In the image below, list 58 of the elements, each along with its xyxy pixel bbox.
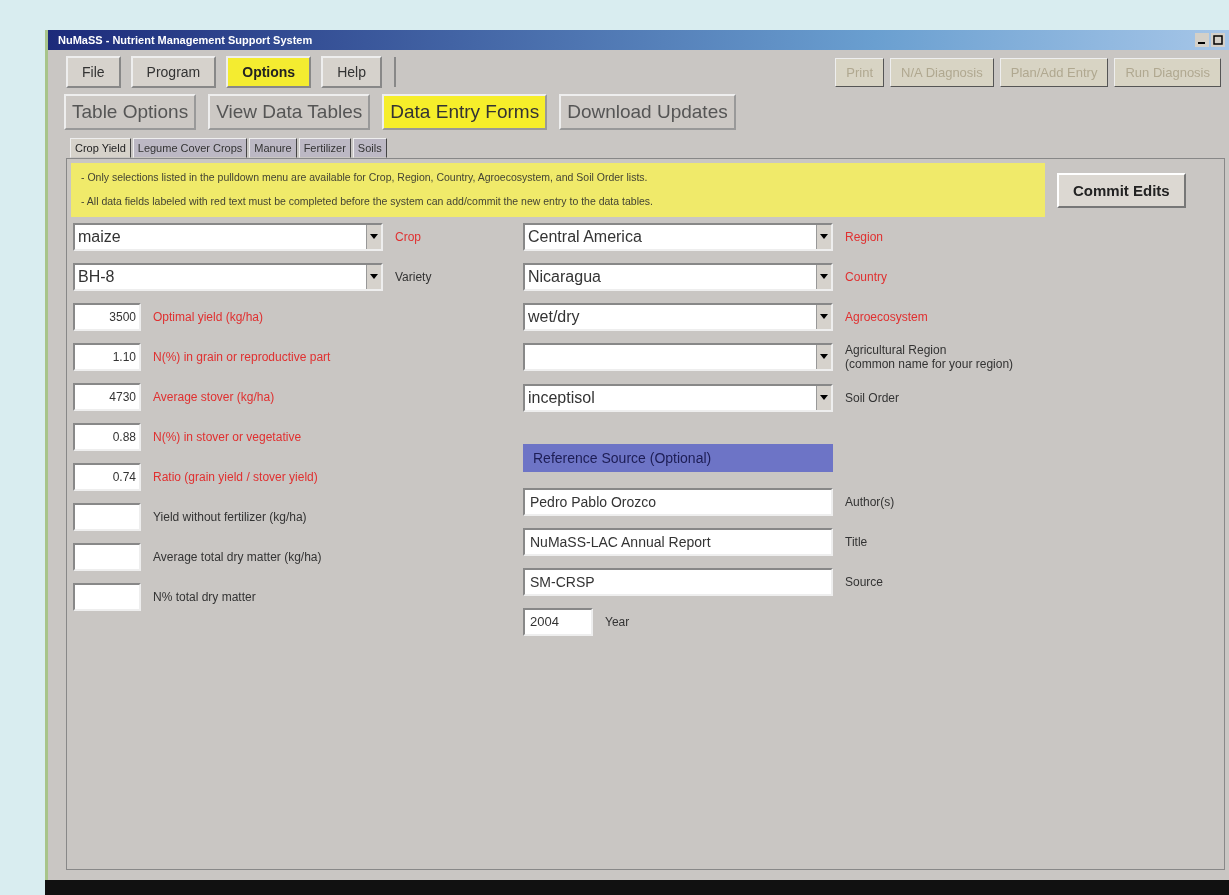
field-label: N(%) in grain or reproductive part [153, 349, 331, 365]
dropdown-field[interactable]: inceptisol [523, 383, 833, 412]
field-label: Yield without fertilizer (kg/ha) [153, 509, 307, 525]
dropdown-field[interactable] [523, 343, 833, 372]
commit-edits-button[interactable]: Commit Edits [1057, 172, 1186, 208]
input-field[interactable]: Pedro Pablo Orozco [523, 487, 833, 516]
dropdown-field[interactable]: Nicaragua [523, 263, 833, 291]
field-label: Country [845, 269, 888, 285]
input-field[interactable] [73, 543, 141, 571]
field-label: Ratio (grain yield / stover yield) [153, 469, 318, 485]
input-field[interactable] [73, 503, 141, 531]
input-field[interactable]: 1.10 [73, 343, 141, 371]
input-field[interactable]: 0.88 [73, 423, 141, 451]
dropdown-field[interactable]: maize [73, 223, 383, 251]
field-label: Average total dry matter (kg/ha) [153, 549, 322, 565]
input-field[interactable]: 4730 [73, 383, 141, 411]
tab[interactable]: Fertilizer [298, 138, 351, 158]
menu-button[interactable]: File [66, 56, 121, 88]
section-button[interactable]: View Data Tables [208, 94, 371, 130]
input-field[interactable]: SM-CRSP [523, 567, 833, 596]
field-label: Source [845, 574, 884, 589]
field-label: Agricultural Region (common name for your region) [845, 343, 1014, 372]
tab[interactable]: Soils [352, 138, 387, 158]
tab[interactable]: Manure [249, 138, 297, 158]
maximize-icon[interactable] [1211, 33, 1225, 47]
input-field[interactable]: 3500 [73, 303, 141, 331]
window-title: NuMaSS - Nutrient Management Support System [58, 34, 313, 46]
dropdown-field[interactable]: wet/dry [523, 303, 833, 331]
field-label: Region [845, 229, 884, 245]
field-label: Average stover (kg/ha) [153, 389, 275, 405]
field-label: Author(s) [845, 494, 895, 509]
tab[interactable]: Legume Cover Crops [132, 138, 248, 158]
note-text: - Only selections listed in the pulldown menu are available for Crop, Region, Country, Agroecosystem, and Soil Order lists. [81, 171, 649, 183]
field-label: Year [605, 614, 630, 629]
field-label: Agroecosystem [845, 309, 928, 325]
input-field[interactable] [73, 583, 141, 611]
input-field[interactable]: 0.74 [73, 463, 141, 491]
section-button[interactable]: Download Updates [559, 94, 736, 130]
field-label: Title [845, 534, 868, 549]
input-field[interactable]: NuMaSS-LAC Annual Report [523, 527, 833, 556]
menu-button[interactable]: Program [130, 56, 217, 88]
field-label: N(%) in stover or vegetative [153, 429, 302, 445]
menu-button[interactable]: Help [321, 56, 382, 88]
dropdown-field[interactable]: Central America [523, 223, 833, 251]
dropdown-field[interactable]: BH-8 [73, 263, 383, 291]
field-label: Optimal yield (kg/ha) [153, 309, 264, 325]
field-label: N% total dry matter [153, 589, 256, 605]
note-text: - All data fields labeled with red text must be completed before the system can add/commit the new entry to the data tables. [81, 195, 654, 207]
input-field[interactable]: 2004 [523, 607, 593, 636]
section-button[interactable]: Table Options [64, 94, 197, 130]
field-label: Soil Order [845, 390, 900, 405]
menu-button[interactable]: Options [226, 56, 312, 88]
section-button[interactable]: Data Entry Forms [382, 94, 548, 130]
field-label: Variety [395, 269, 432, 285]
minimize-icon[interactable] [1195, 33, 1209, 47]
tab[interactable]: Crop Yield [70, 138, 131, 158]
reference-source-header: Reference Source (Optional) [523, 443, 833, 472]
field-label: Crop [395, 229, 421, 245]
